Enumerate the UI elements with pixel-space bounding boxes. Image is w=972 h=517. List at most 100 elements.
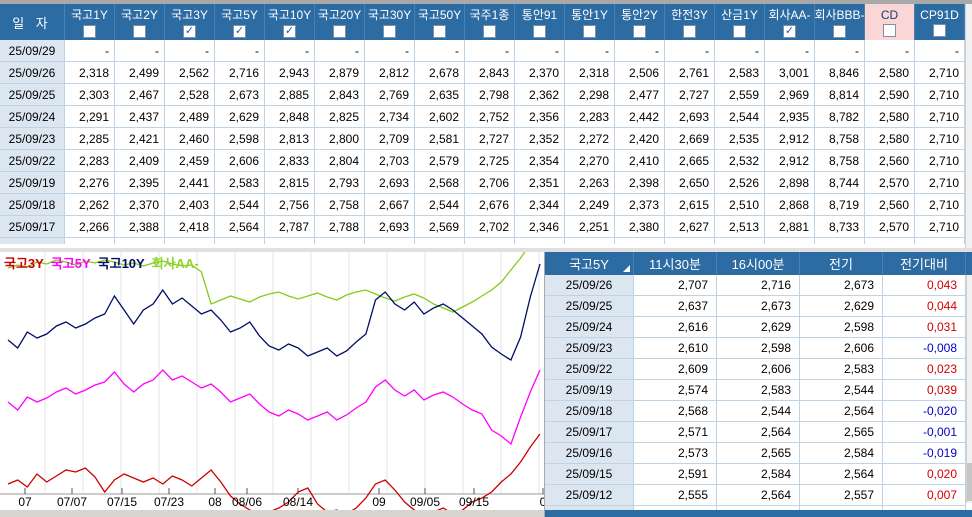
column-checkbox[interactable]: ✓ (183, 25, 196, 38)
x-axis-label: 09/15 (458, 495, 490, 509)
column-checkbox[interactable] (683, 25, 696, 38)
column-checkbox[interactable]: ✓ (783, 25, 796, 38)
column-checkbox[interactable] (83, 25, 96, 38)
column-checkbox[interactable] (133, 25, 146, 38)
column-checkbox[interactable] (933, 23, 946, 37)
column-checkbox[interactable] (533, 25, 546, 38)
column-header-국고2Y[interactable]: 국고2Y (115, 4, 165, 40)
detail-1600-cell: 2,564 (717, 422, 800, 443)
yield-cell: 2,583 (715, 62, 765, 84)
detail-header-1600[interactable]: 16시00분 (717, 252, 800, 275)
detail-date-cell: 25/09/22 (545, 359, 634, 380)
detail-table-scrollbar[interactable] (966, 275, 972, 503)
column-header-label: 회사AA- (768, 8, 811, 22)
yield-cell: 2,815 (265, 172, 315, 194)
yield-cell: 2,352 (515, 128, 565, 150)
chart-legend: 국고3Y 국고5Y 국고10Y 회사AA- (4, 253, 199, 272)
yield-cell: 2,727 (465, 128, 515, 150)
column-header-국고50Y[interactable]: 국고50Y (415, 4, 465, 40)
column-header-통안91[interactable]: 통안91 (515, 4, 565, 40)
yield-cell: 8,744 (815, 172, 865, 194)
column-header-국고20Y[interactable]: 국고20Y (315, 4, 365, 40)
column-header-국고10Y[interactable]: 국고10Y ✓ (265, 4, 315, 40)
column-header-국고3Y[interactable]: 국고3Y ✓ (165, 4, 215, 40)
column-checkbox[interactable]: ✓ (283, 25, 296, 38)
yield-cell: - (265, 40, 315, 62)
column-checkbox[interactable] (883, 23, 896, 37)
yield-cell: 2,787 (265, 216, 315, 238)
column-header-CD[interactable]: CD (865, 4, 915, 40)
detail-1600-cell: 2,598 (717, 338, 800, 359)
x-axis-label: 08/14 (282, 495, 314, 509)
detail-prev-cell: 2,565 (800, 422, 883, 443)
column-checkbox[interactable] (333, 25, 346, 38)
detail-row: 25/09/17 2,571 2,564 2,565 -0,001 (545, 422, 972, 443)
column-checkbox[interactable] (733, 25, 746, 38)
yield-cell: 2,629 (215, 106, 265, 128)
top-table-scrollbar[interactable] (965, 4, 972, 248)
x-axis-label: 08/06 (231, 495, 263, 509)
column-header-회사AA-[interactable]: 회사AA- ✓ (765, 4, 815, 40)
detail-prev-cell: 2,673 (800, 275, 883, 296)
x-axis-label: 08 (208, 495, 222, 509)
yield-cell: 2,544 (215, 194, 265, 216)
yield-cell: 2,506 (615, 62, 665, 84)
detail-1600-cell: 2,673 (717, 296, 800, 317)
column-checkbox[interactable] (433, 25, 446, 38)
yield-cell: 2,581 (415, 128, 465, 150)
detail-header-change[interactable]: 전기대비 (883, 252, 966, 275)
yield-cell: 2,798 (465, 84, 515, 106)
column-header-산금1Y[interactable]: 산금1Y (715, 4, 765, 40)
partial-cell (365, 238, 415, 244)
yield-cell: 2,477 (615, 84, 665, 106)
yield-cell: 2,703 (365, 150, 415, 172)
column-checkbox[interactable] (583, 25, 596, 38)
column-checkbox[interactable] (633, 25, 646, 38)
detail-prev-cell: 2,606 (800, 338, 883, 359)
detail-date-cell: 25/09/26 (545, 275, 634, 296)
column-checkbox[interactable]: ✓ (233, 25, 246, 38)
detail-1130-cell: 2,591 (634, 464, 717, 485)
yield-cell: - (465, 40, 515, 62)
x-axis-label: 07/07 (56, 495, 88, 509)
table-row: 25/09/26 2,318 2,499 2,562 2,716 2,943 2,879 2,… (0, 62, 965, 84)
table-row: 25/09/23 2,285 2,421 2,460 2,598 2,813 2,800 2,… (0, 128, 965, 150)
detail-header-series[interactable]: 국고5Y (545, 252, 634, 275)
column-header-국고30Y[interactable]: 국고30Y (365, 4, 415, 40)
scrollbar-thumb[interactable] (967, 463, 972, 501)
column-header-label: 국고5Y (221, 8, 258, 22)
date-cell: 25/09/24 (0, 106, 65, 128)
yield-cell: 2,395 (115, 172, 165, 194)
partial-cell (715, 238, 765, 244)
column-header-회사BBB-[interactable]: 회사BBB- (814, 4, 865, 40)
column-checkbox[interactable] (383, 25, 396, 38)
column-header-통안1Y[interactable]: 통안1Y (565, 4, 615, 40)
yield-cell: 2,702 (465, 216, 515, 238)
column-header-통안2Y[interactable]: 통안2Y (615, 4, 665, 40)
column-checkbox[interactable] (833, 25, 846, 38)
partial-cell (215, 238, 265, 244)
yield-cell: 8,733 (815, 216, 865, 238)
yield-cell: 8,758 (815, 150, 865, 172)
yield-cell: 2,912 (765, 150, 815, 172)
column-header-국고5Y[interactable]: 국고5Y ✓ (215, 4, 265, 40)
yield-cell: 2,460 (165, 128, 215, 150)
detail-header-prev[interactable]: 전기 (800, 252, 883, 275)
yield-cell: 2,710 (915, 106, 965, 128)
column-header-국고1Y[interactable]: 국고1Y (65, 4, 115, 40)
yield-cell: 2,373 (615, 194, 665, 216)
column-header-CP91D[interactable]: CP91D (915, 4, 965, 40)
yield-cell: 2,251 (565, 216, 615, 238)
column-header-label: 국주1종 (469, 8, 510, 22)
date-cell: 25/09/18 (0, 194, 65, 216)
column-header-한전3Y[interactable]: 한전3Y (665, 4, 715, 40)
column-checkbox[interactable] (483, 25, 496, 38)
column-header-label: 국고10Y (267, 8, 312, 22)
yield-cell: 2,710 (915, 62, 965, 84)
yield-cell: - (65, 40, 115, 62)
detail-header-series-label: 국고5Y (569, 257, 609, 272)
detail-header-1130[interactable]: 11시30분 (634, 252, 717, 275)
yield-cell: 2,403 (165, 194, 215, 216)
partial-cell (915, 238, 965, 244)
column-header-국주1종[interactable]: 국주1종 (465, 4, 515, 40)
